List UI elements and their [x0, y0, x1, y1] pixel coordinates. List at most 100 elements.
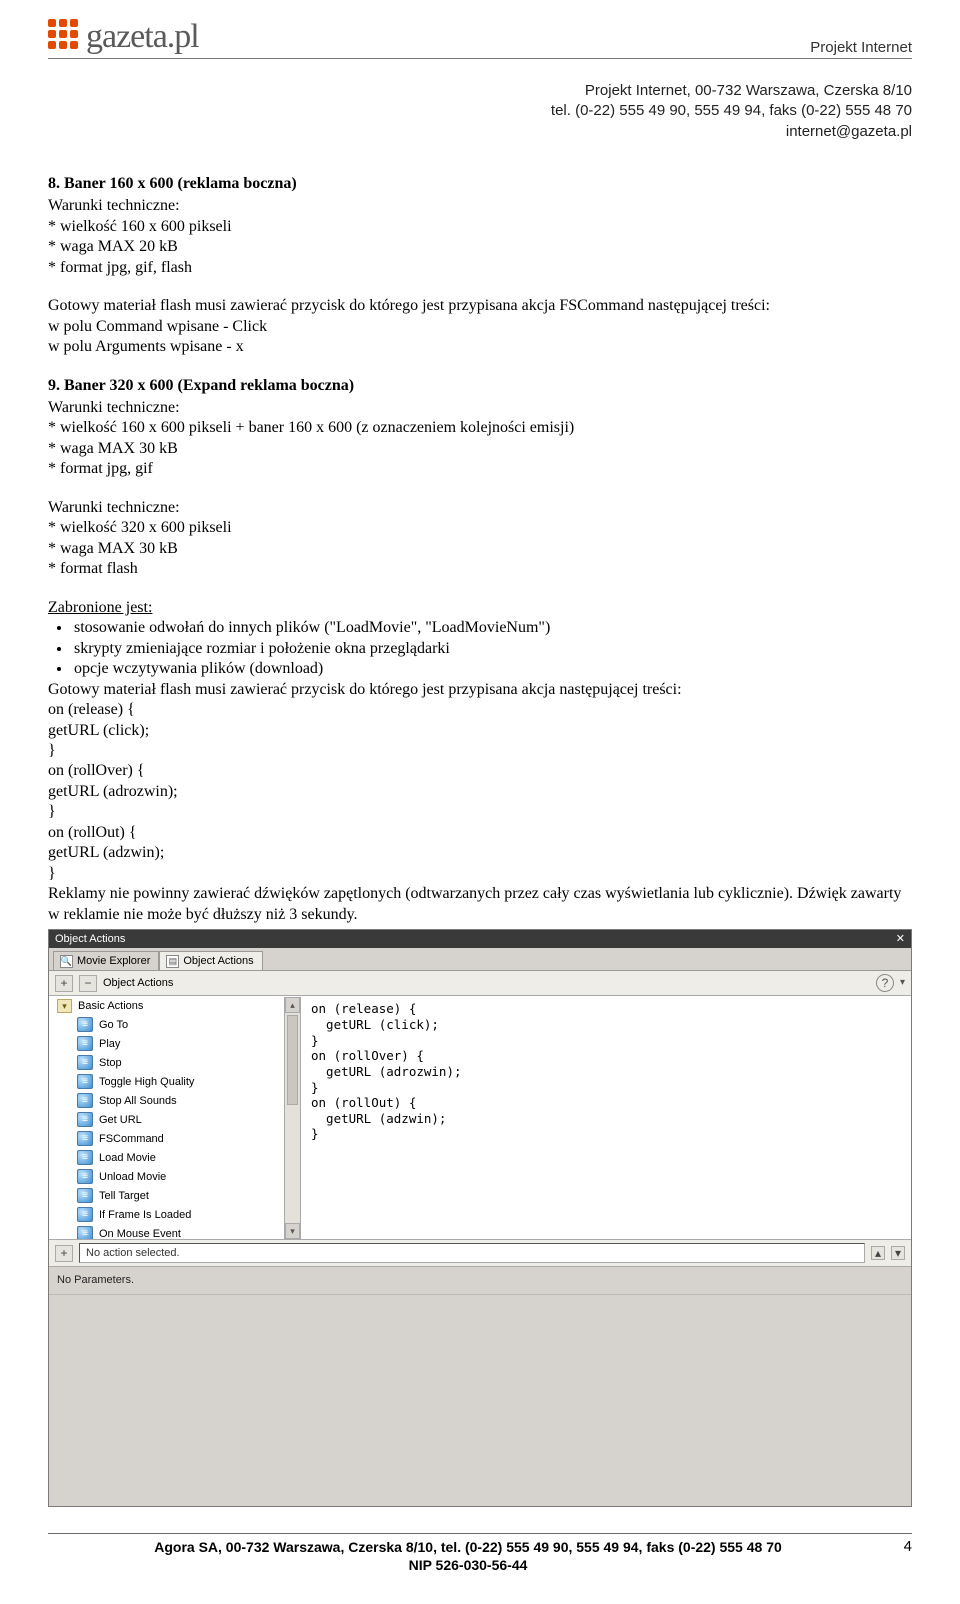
action-label: Stop — [99, 1056, 122, 1070]
section-8-note2: w polu Command wpisane - Click — [48, 317, 912, 337]
forbidden-title: Zabronione jest: — [48, 598, 912, 618]
section-8-title: 8. Baner 160 x 600 (reklama boczna) — [48, 174, 912, 194]
parameters-area — [49, 1294, 911, 1506]
action-label: If Frame Is Loaded — [99, 1208, 191, 1222]
section-8-l3: * format jpg, gif, flash — [48, 258, 912, 278]
action-icon: ≡ — [77, 1226, 93, 1239]
action-label: Go To — [99, 1018, 128, 1032]
action-label: Play — [99, 1037, 120, 1051]
action-item[interactable]: ≡ Get URL — [49, 1110, 284, 1129]
logo-icon — [48, 19, 78, 55]
remove-action-button[interactable]: − — [79, 975, 97, 992]
action-icon: ≡ — [77, 1131, 93, 1146]
script-line: } — [48, 864, 912, 884]
tab-label: Movie Explorer — [77, 954, 150, 968]
tab-label: Object Actions — [183, 954, 253, 968]
address-block: Projekt Internet, 00-732 Warszawa, Czers… — [48, 81, 912, 142]
script-line: } — [48, 802, 912, 822]
action-label: Toggle High Quality — [99, 1075, 194, 1089]
actions-tree: ▾ Basic Actions ≡Go To≡Play≡Stop≡Toggle … — [49, 997, 301, 1239]
script-line: getURL (adzwin); — [48, 843, 912, 863]
tab-movie-explorer[interactable]: 🔍 Movie Explorer — [53, 951, 159, 970]
action-item[interactable]: ≡Go To — [49, 1015, 284, 1034]
section-9-b2: * waga MAX 30 kB — [48, 539, 912, 559]
scroll-up-icon[interactable]: ▴ — [285, 997, 300, 1013]
section-9-b3: * format flash — [48, 559, 912, 579]
action-item[interactable]: ≡Stop All Sounds — [49, 1091, 284, 1110]
section-9-a3: * format jpg, gif — [48, 459, 912, 479]
panel-toolbar: + − Object Actions ? ▾ — [49, 971, 911, 996]
footer-line2: NIP 526-030-56-44 — [48, 1556, 888, 1574]
add-line-button[interactable]: + — [55, 1245, 73, 1262]
dropdown-arrow-icon[interactable]: ▾ — [900, 977, 905, 990]
footer-line1: Agora SA, 00-732 Warszawa, Czerska 8/10,… — [48, 1538, 888, 1556]
scroll-down-icon[interactable]: ▾ — [285, 1223, 300, 1239]
action-item[interactable]: ≡ If Frame Is Loaded — [49, 1205, 284, 1224]
section-9-a2: * waga MAX 30 kB — [48, 439, 912, 459]
script-line: on (release) { — [48, 700, 912, 720]
section-8-l2: * waga MAX 20 kB — [48, 237, 912, 257]
logo: gazeta.pl — [48, 18, 199, 56]
action-item[interactable]: ≡ FSCommand — [49, 1129, 284, 1148]
parameters-label: No Parameters. — [49, 1266, 911, 1293]
movie-explorer-icon: 🔍 — [60, 955, 73, 968]
section-8-l1: * wielkość 160 x 600 pikseli — [48, 217, 912, 237]
folder-label: Basic Actions — [78, 999, 143, 1013]
add-action-button[interactable]: + — [55, 975, 73, 992]
script-line: getURL (click); — [48, 721, 912, 741]
sound-note: Reklamy nie powinny zawierać dźwięków za… — [48, 884, 912, 925]
action-label: FSCommand — [99, 1132, 164, 1146]
action-icon: ≡ — [77, 1112, 93, 1127]
folder-icon: ▾ — [57, 999, 72, 1013]
section-8-wt: Warunki techniczne: — [48, 196, 912, 216]
action-label: Load Movie — [99, 1151, 156, 1165]
close-icon[interactable]: ✕ — [896, 932, 905, 946]
page-number: 4 — [888, 1538, 912, 1555]
address-line2: tel. (0-22) 555 49 90, 555 49 94, faks (… — [48, 101, 912, 121]
action-item[interactable]: ≡ Unload Movie — [49, 1167, 284, 1186]
section-9-wt1: Warunki techniczne: — [48, 398, 912, 418]
action-label: Get URL — [99, 1113, 142, 1127]
action-label: On Mouse Event — [99, 1227, 181, 1239]
object-actions-panel: Object Actions ✕ 🔍 Movie Explorer ▤ Obje… — [48, 929, 912, 1506]
action-item[interactable]: ≡ Load Movie — [49, 1148, 284, 1167]
forbidden-item: skrypty zmieniające rozmiar i położenie … — [72, 639, 912, 659]
forbidden-item: stosowanie odwołań do innych plików ("Lo… — [72, 618, 912, 638]
address-line1: Projekt Internet, 00-732 Warszawa, Czers… — [48, 81, 912, 101]
code-viewer: on (release) { getURL (click); } on (rol… — [301, 997, 911, 1239]
help-icon[interactable]: ? — [876, 974, 894, 992]
scrollbar[interactable]: ▴ ▾ — [284, 997, 300, 1239]
script-line: getURL (adrozwin); — [48, 782, 912, 802]
scroll-thumb[interactable] — [287, 1015, 298, 1105]
section-8-note1: Gotowy materiał flash musi zawierać przy… — [48, 296, 912, 316]
action-icon: ≡ — [77, 1036, 93, 1051]
action-item[interactable]: ≡Tell Target — [49, 1186, 284, 1205]
tab-object-actions[interactable]: ▤ Object Actions — [159, 951, 262, 970]
script-line: } — [48, 741, 912, 761]
section-9-title: 9. Baner 320 x 600 (Expand reklama boczn… — [48, 376, 912, 396]
address-line3: internet@gazeta.pl — [48, 122, 912, 142]
forbidden-item: opcje wczytywania plików (download) — [72, 659, 912, 679]
section-9-a1: * wielkość 160 x 600 pikseli + baner 160… — [48, 418, 912, 438]
action-icon: ≡ — [77, 1207, 93, 1222]
action-item[interactable]: ≡ On Mouse Event — [49, 1224, 284, 1239]
action-item[interactable]: ≡ Stop — [49, 1053, 284, 1072]
logo-text: gazeta.pl — [86, 18, 199, 56]
move-down-icon[interactable]: ▾ — [891, 1246, 905, 1260]
action-icon: ≡ — [77, 1055, 93, 1070]
panel-title-text: Object Actions — [55, 932, 125, 946]
action-item[interactable]: ≡Toggle High Quality — [49, 1072, 284, 1091]
move-up-icon[interactable]: ▴ — [871, 1246, 885, 1260]
action-icon: ≡ — [77, 1188, 93, 1203]
panel-titlebar: Object Actions ✕ — [49, 930, 911, 948]
action-icon: ≡ — [77, 1150, 93, 1165]
forbidden-list: stosowanie odwołań do innych plików ("Lo… — [72, 618, 912, 679]
object-actions-icon: ▤ — [166, 955, 179, 968]
action-icon: ≡ — [77, 1169, 93, 1184]
action-label: Stop All Sounds — [99, 1094, 177, 1108]
panel-footbar: + No action selected. ▴ ▾ — [49, 1239, 911, 1266]
folder-basic-actions[interactable]: ▾ Basic Actions — [49, 997, 284, 1015]
action-label: Unload Movie — [99, 1170, 166, 1184]
section-9-b1: * wielkość 320 x 600 pikseli — [48, 518, 912, 538]
action-item[interactable]: ≡ Play — [49, 1034, 284, 1053]
